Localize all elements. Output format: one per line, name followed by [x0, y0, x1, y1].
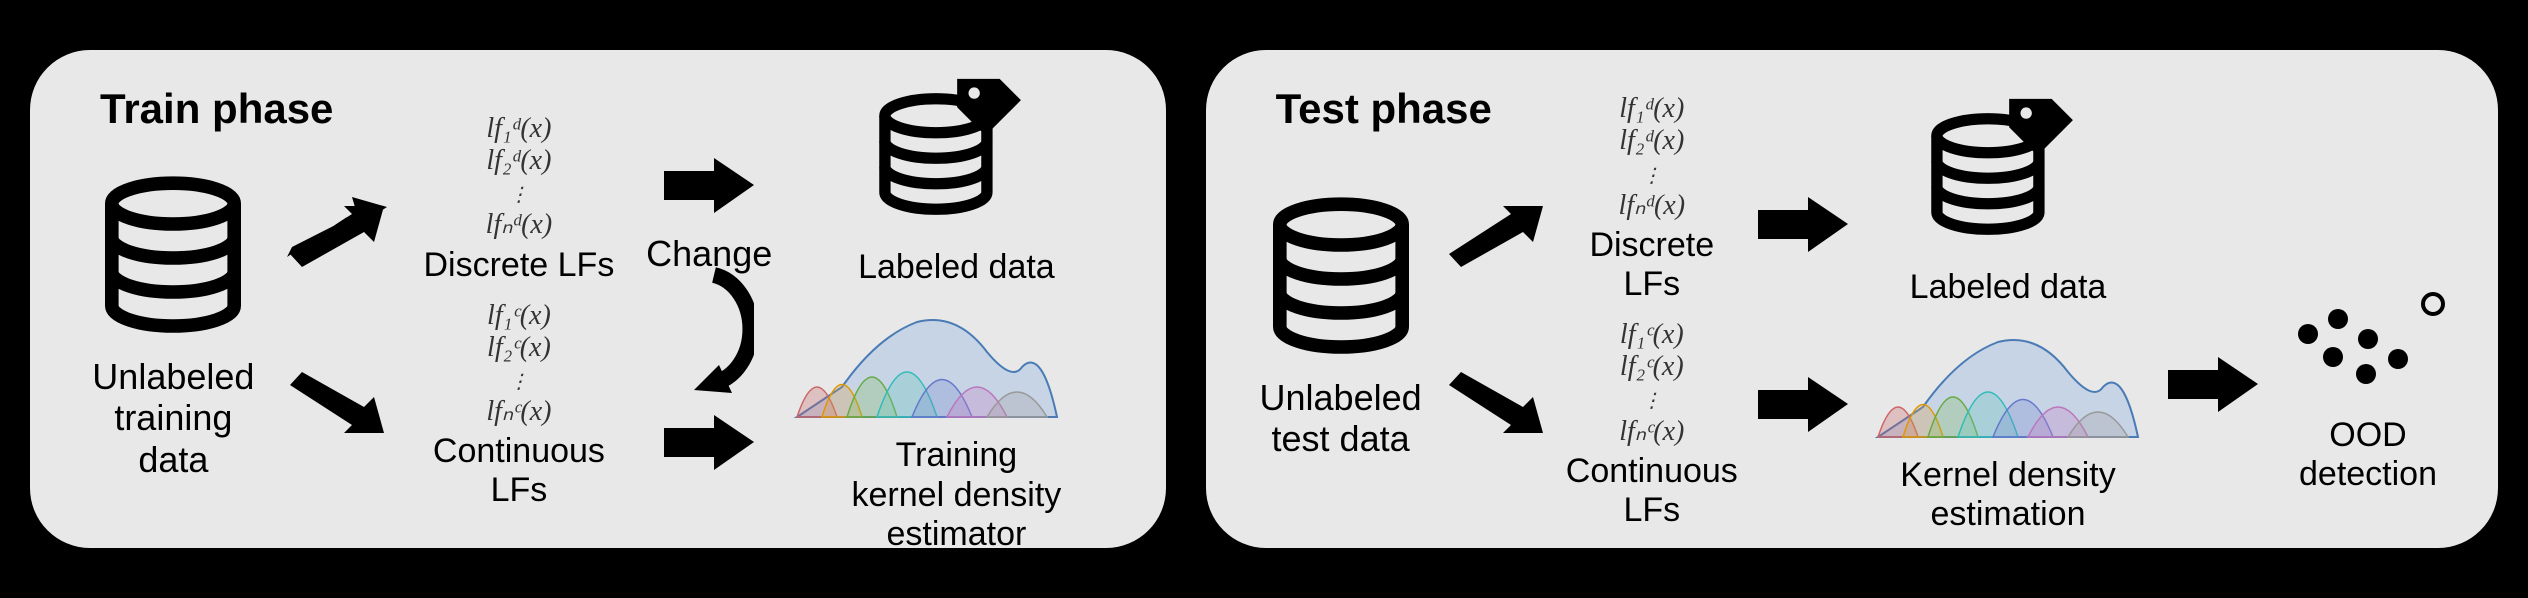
arrow-down-right-icon: [282, 372, 392, 452]
train-labeled-data: Labeled data: [858, 69, 1055, 287]
train-phase-panel: Train phase Unlabeledtraining data: [30, 50, 1166, 548]
arrow-right-icon: [659, 410, 759, 480]
ood-scatter-icon: [2278, 279, 2458, 404]
train-content: Unlabeledtraining data lf₁ᵈ(x) lf₂ᵈ(x) ⋮…: [80, 85, 1126, 518]
arrow-down-right-icon: [1441, 372, 1551, 452]
train-kde: Trainingkernel density estimator: [787, 297, 1125, 553]
arrow-up-right-icon: [282, 192, 392, 272]
train-lf-stack: lf₁ᵈ(x) lf₂ᵈ(x) ⋮ lfₙᵈ(x) Discrete LFs l…: [407, 113, 631, 511]
test-input-col: Unlabeledtest data: [1256, 194, 1426, 460]
train-continuous-lfs: lf₁ᶜ(x) lf₂ᶜ(x) ⋮ lfₙᶜ(x) Continuous LFs: [407, 300, 631, 511]
arrow-right-icon: [1753, 372, 1853, 442]
test-mid-arrows: [1753, 192, 1853, 442]
train-mid-arrows: Change: [646, 153, 772, 480]
test-final-arrow: [2163, 352, 2263, 422]
test-discrete-lfs: lf₁ᵈ(x) lf₂ᵈ(x) ⋮ lfₙᵈ(x) Discrete LFs: [1566, 93, 1738, 304]
arrow-right-icon: [2163, 352, 2263, 422]
test-title: Test phase: [1276, 85, 1492, 133]
train-discrete-lfs: lf₁ᵈ(x) lf₂ᵈ(x) ⋮ lfₙᵈ(x) Discrete LFs: [424, 113, 615, 285]
curve-arrow-icon: [664, 265, 754, 400]
tagged-database-icon: [1910, 246, 2080, 263]
database-icon: [1256, 194, 1426, 369]
test-kde: Kernel density estimation: [1868, 317, 2148, 534]
kde-distribution-icon: [787, 414, 1067, 431]
kde-distribution-icon: [1868, 434, 2148, 451]
test-lf-stack: lf₁ᵈ(x) lf₂ᵈ(x) ⋮ lfₙᵈ(x) Discrete LFs l…: [1566, 93, 1738, 530]
test-input-label: Unlabeledtest data: [1260, 377, 1422, 460]
test-continuous-lfs: lf₁ᶜ(x) lf₂ᶜ(x) ⋮ lfₙᶜ(x) Continuous LFs: [1566, 319, 1738, 530]
train-outputs: Labeled data Trainingkernel densit: [787, 69, 1125, 553]
test-labeled-data: Labeled data: [1910, 89, 2107, 307]
train-title: Train phase: [100, 85, 333, 133]
arrow-up-right-icon: [1441, 192, 1551, 272]
train-input-label: Unlabeledtraining data: [80, 356, 267, 480]
tagged-database-icon: [858, 226, 1028, 243]
test-outputs: Labeled data Kernel density estima: [1868, 89, 2148, 534]
test-content: Unlabeledtest data lf₁ᵈ(x) lf₂ᵈ(x) ⋮ lfₙ…: [1256, 85, 2458, 518]
test-ood: OOD detection: [2278, 279, 2458, 494]
test-phase-panel: Test phase Unlabeledtest data: [1206, 50, 2498, 548]
database-icon: [88, 173, 258, 348]
test-split-arrows: [1441, 192, 1551, 452]
arrow-right-icon: [1753, 192, 1853, 262]
train-input-col: Unlabeledtraining data: [80, 173, 267, 480]
change-block: Change: [646, 233, 772, 400]
arrow-right-icon: [659, 153, 759, 223]
train-split-arrows: [282, 192, 392, 452]
